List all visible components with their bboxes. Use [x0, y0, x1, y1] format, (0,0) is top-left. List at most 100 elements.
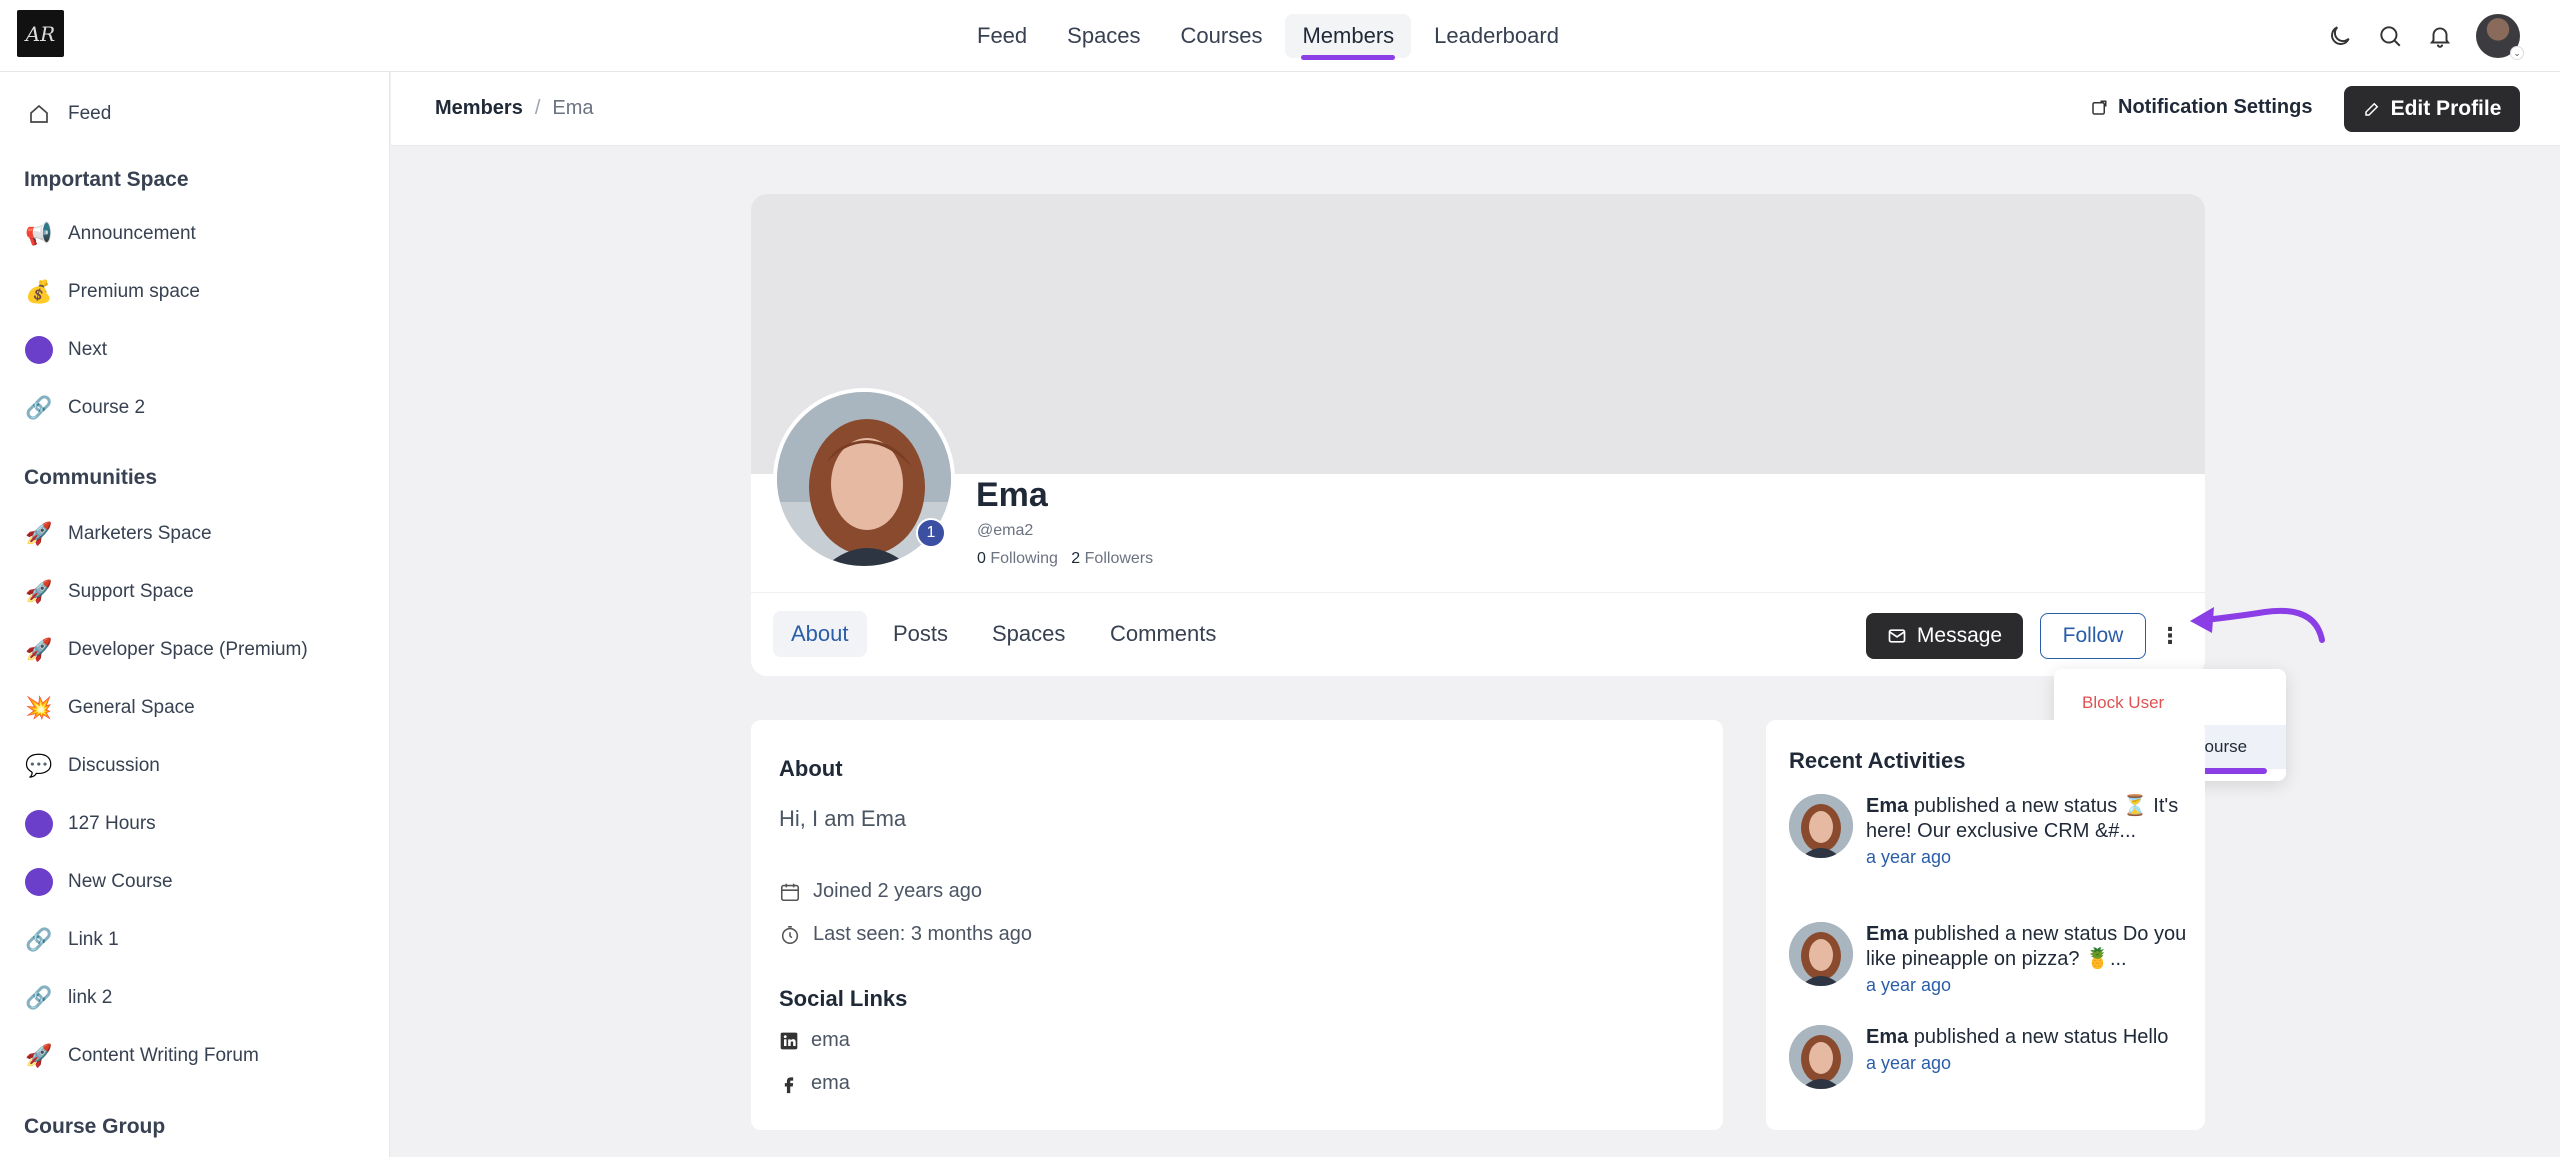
- followers-link[interactable]: 2 Followers: [1071, 550, 1153, 567]
- profile-cover: [751, 194, 2205, 474]
- following-link[interactable]: 0 Following: [977, 550, 1058, 567]
- activity-time[interactable]: a year ago: [1866, 1051, 2196, 1076]
- sidebar-item-next[interactable]: Next: [24, 332, 107, 368]
- annotation-arrow: [2190, 607, 2325, 643]
- sidebar-item-127-hours[interactable]: 127 Hours: [24, 806, 156, 842]
- notification-settings-button[interactable]: Notification Settings: [2090, 96, 2312, 119]
- linkedin-text: ema: [811, 1029, 850, 1051]
- activity-avatar: [1789, 922, 1853, 986]
- sidebar-item-announcement[interactable]: 📢 Announcement: [24, 216, 196, 252]
- profile-name: Ema: [976, 476, 1048, 514]
- rocket-icon: 🚀: [25, 1043, 53, 1068]
- link-icon: 🔗: [25, 395, 53, 420]
- search-icon[interactable]: [2376, 22, 2404, 50]
- more-options-icon[interactable]: ⋮: [2159, 617, 2181, 655]
- linkedin-link[interactable]: ema: [779, 1029, 850, 1052]
- pencil-icon: [2364, 102, 2378, 116]
- activity-time[interactable]: a year ago: [1866, 973, 2196, 998]
- level-badge: 1: [916, 518, 946, 548]
- important-space-heading: Important Space: [24, 168, 189, 191]
- sidebar-item-label: Next: [68, 339, 108, 360]
- main-nav: Feed Spaces Courses Members Leaderboard: [960, 14, 1576, 60]
- block-user-menu-item[interactable]: Block User: [2054, 681, 2286, 725]
- rocket-icon: 🚀: [25, 637, 53, 662]
- about-bio: Hi, I am Ema: [779, 806, 907, 831]
- profile-handle: @ema2: [977, 522, 1034, 539]
- user-avatar-menu[interactable]: ⌄: [2476, 14, 2524, 60]
- edit-profile-button[interactable]: Edit Profile: [2344, 86, 2520, 132]
- sidebar-item-label: Support Space: [68, 581, 194, 602]
- activity-avatar: [1789, 794, 1853, 858]
- sidebar-item-course-2[interactable]: 🔗 Course 2: [24, 390, 145, 426]
- site-logo[interactable]: AR: [17, 10, 64, 57]
- activity-text: published a new status Hello: [1908, 1026, 2169, 1048]
- recent-activities-card: Recent Activities Ema published a new st…: [1766, 720, 2205, 1130]
- joined-row: Joined 2 years ago: [779, 880, 982, 903]
- sidebar-item-label: Discussion: [68, 755, 160, 776]
- sidebar-item-general-space[interactable]: 💥 General Space: [24, 690, 194, 726]
- sidebar-item-label: Course 2: [68, 397, 146, 418]
- activity-author: Ema: [1866, 1026, 1909, 1048]
- sidebar-item-feed[interactable]: Feed: [24, 96, 111, 132]
- sidebar-item-content-writing-forum[interactable]: 🚀 Content Writing Forum: [24, 1038, 259, 1074]
- tab-comments[interactable]: Comments: [1092, 611, 1234, 657]
- edit-profile-label: Edit Profile: [2390, 97, 2502, 120]
- sidebar-item-label: 127 Hours: [68, 813, 156, 834]
- link-icon: 🔗: [25, 927, 53, 952]
- sidebar-item-new-course[interactable]: New Course: [24, 864, 173, 900]
- collision-icon: 💥: [25, 695, 53, 720]
- breadcrumb-members-link[interactable]: Members: [435, 97, 523, 119]
- breadcrumb-separator: /: [534, 97, 541, 119]
- moon-icon[interactable]: [2326, 22, 2354, 50]
- linkedin-icon: [780, 1032, 798, 1049]
- sidebar-item-developer-space[interactable]: 🚀 Developer Space (Premium): [24, 632, 307, 668]
- activity-author: Ema: [1866, 923, 1909, 945]
- sidebar-item-marketers-space[interactable]: 🚀 Marketers Space: [24, 516, 211, 552]
- nav-tab-courses[interactable]: Courses: [1164, 14, 1280, 58]
- communities-heading: Communities: [24, 466, 158, 489]
- nav-tab-feed[interactable]: Feed: [960, 14, 1044, 58]
- activity-text: published a new status Do you like pinea…: [1866, 923, 2187, 970]
- sidebar-item-label: Feed: [68, 103, 112, 124]
- link-icon: 🔗: [25, 985, 53, 1010]
- breadcrumb-current: Ema: [552, 97, 594, 119]
- bell-icon[interactable]: [2426, 22, 2454, 50]
- tab-spaces[interactable]: Spaces: [974, 611, 1083, 657]
- tab-about[interactable]: About: [773, 611, 867, 657]
- rocket-icon: 🚀: [25, 579, 53, 604]
- facebook-text: ema: [811, 1072, 850, 1094]
- sidebar-item-label: Content Writing Forum: [68, 1045, 259, 1066]
- last-seen-text: Last seen: 3 months ago: [813, 923, 1033, 945]
- calendar-icon: [780, 883, 800, 901]
- facebook-icon: [784, 1076, 794, 1093]
- sidebar-item-support-space[interactable]: 🚀 Support Space: [24, 574, 194, 610]
- activity-author: Ema: [1866, 795, 1909, 817]
- breadcrumb: Members / Ema: [435, 97, 594, 120]
- sidebar-item-link-2[interactable]: 🔗 link 2: [24, 980, 112, 1016]
- tab-posts[interactable]: Posts: [875, 611, 966, 657]
- sidebar-item-link-1[interactable]: 🔗 Link 1: [24, 922, 119, 958]
- message-button[interactable]: Message: [1866, 613, 2023, 659]
- purple-dot-icon: [24, 809, 54, 839]
- nav-tab-members[interactable]: Members: [1285, 14, 1412, 60]
- last-seen-row: Last seen: 3 months ago: [779, 923, 1032, 946]
- nav-tab-leaderboard[interactable]: Leaderboard: [1417, 14, 1576, 58]
- top-icons: ⌄: [2326, 14, 2524, 60]
- message-label: Message: [1916, 624, 2003, 647]
- activity-time[interactable]: a year ago: [1866, 845, 2196, 870]
- sidebar-item-label: Link 1: [68, 929, 119, 950]
- sidebar-item-label: New Course: [68, 871, 173, 892]
- recent-activities-heading: Recent Activities: [1789, 748, 1966, 773]
- sidebar-item-label: link 2: [68, 987, 113, 1008]
- course-group-heading: Course Group: [24, 1115, 166, 1138]
- follow-button[interactable]: Follow: [2040, 613, 2146, 659]
- sidebar: Feed Important Space 📢 Announcement 💰 Pr…: [0, 72, 390, 1157]
- facebook-link[interactable]: ema: [779, 1072, 850, 1095]
- external-settings-icon: [2092, 100, 2107, 115]
- sidebar-item-discussion[interactable]: 💬 Discussion: [24, 748, 160, 784]
- rocket-icon: 🚀: [25, 521, 53, 546]
- sidebar-item-label: Premium space: [68, 281, 200, 302]
- follow-stats: 0 Following 2 Followers: [977, 550, 1153, 568]
- sidebar-item-premium-space[interactable]: 💰 Premium space: [24, 274, 200, 310]
- nav-tab-spaces[interactable]: Spaces: [1050, 14, 1157, 58]
